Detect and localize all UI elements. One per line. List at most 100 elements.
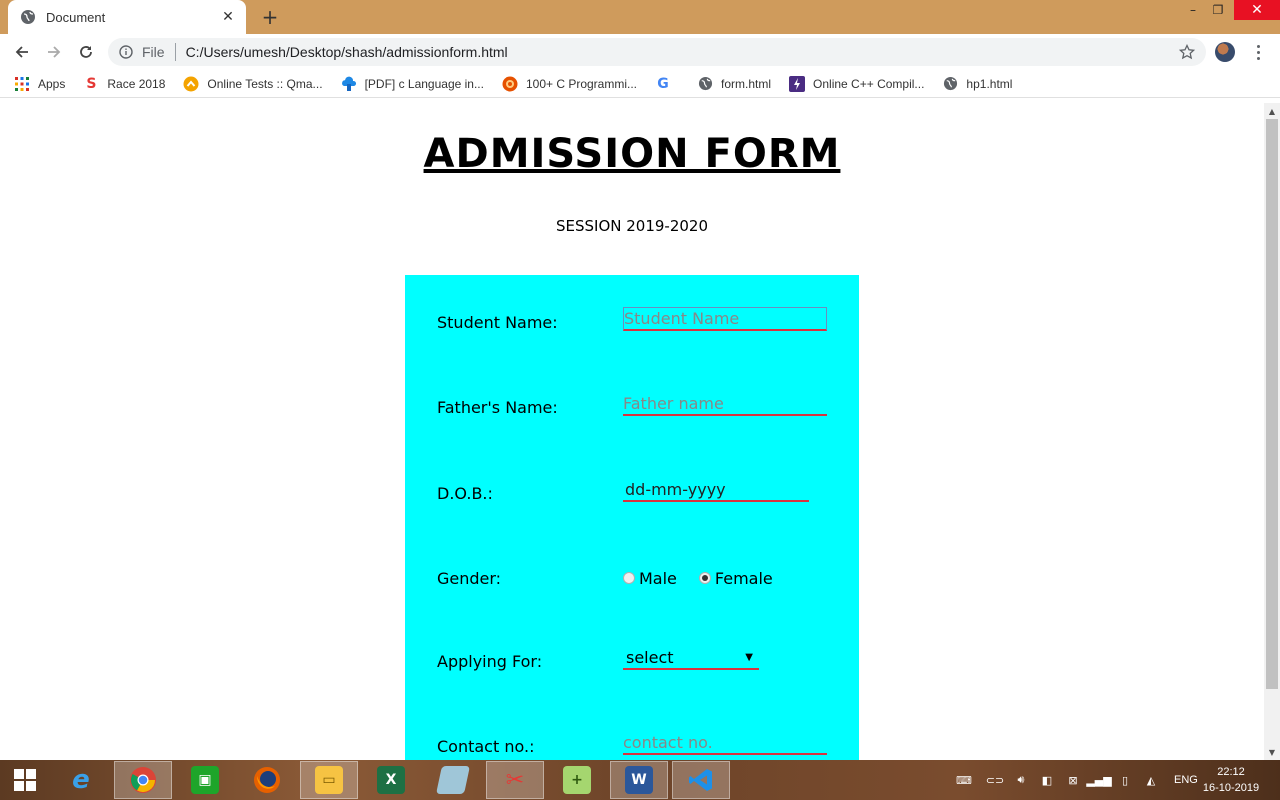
student-name-input[interactable] [623, 307, 827, 331]
restore-button[interactable]: ❐ [1201, 0, 1235, 20]
app-tray-icon[interactable]: ◧ [1038, 772, 1056, 788]
tab-close-icon[interactable]: ✕ [220, 9, 236, 25]
globe-icon [697, 76, 713, 92]
race-s-icon: S [86, 75, 97, 92]
form-row-father-name: Father's Name: [437, 392, 837, 422]
form-row-student-name: Student Name: [437, 307, 837, 337]
gender-male-radio[interactable]: Male [623, 569, 677, 588]
bookmark-pdf-c-language[interactable]: [PDF] c Language in... [341, 76, 484, 92]
profile-avatar[interactable] [1215, 42, 1235, 62]
url-scheme: File [142, 44, 165, 60]
bookmark-google[interactable]: G [655, 76, 679, 92]
system-clock[interactable]: 22:12 16-10-2019 [1196, 764, 1266, 796]
address-bar[interactable]: File C:/Users/umesh/Desktop/shash/admiss… [108, 38, 1206, 66]
excel-icon[interactable]: X [362, 761, 420, 799]
url-text[interactable]: C:/Users/umesh/Desktop/shash/admissionfo… [186, 44, 1176, 60]
bookmark-apps[interactable]: Apps [14, 76, 65, 92]
close-window-button[interactable]: ✕ [1234, 0, 1280, 20]
bookmark-hp1-html[interactable]: hp1.html [942, 76, 1012, 92]
scroll-down-arrow-icon[interactable]: ▼ [1264, 744, 1280, 760]
bookmark-race-2018[interactable]: S Race 2018 [83, 76, 165, 92]
browser-tab[interactable]: Document ✕ [8, 0, 246, 34]
volume-icon[interactable]: 🔊︎ [1012, 772, 1030, 788]
bookmark-label: hp1.html [966, 76, 1013, 91]
windows-logo-icon [14, 769, 36, 791]
windows-taskbar: e ▣ ▭ X ✂ + W ⌨ ⊂⊃ 🔊︎ ◧ ⊠ ▂▄▆ ▯ ◭ ENG 22… [0, 760, 1280, 800]
student-name-label: Student Name: [437, 313, 558, 332]
applying-for-selected-value: select [626, 647, 674, 667]
reload-icon[interactable] [74, 40, 98, 64]
applying-for-label: Applying For: [437, 652, 543, 671]
network-disconnected-icon[interactable]: ⊠ [1064, 772, 1082, 788]
internet-explorer-icon[interactable]: e [52, 761, 110, 799]
radio-button-selected[interactable] [698, 572, 711, 584]
store-icon[interactable]: ▣ [176, 761, 234, 799]
language-indicator[interactable]: ENG [1174, 774, 1198, 786]
session-subtitle: SESSION 2019-2020 [555, 217, 709, 235]
bookmark-online-cpp-compiler[interactable]: Online C++ Compil... [789, 75, 925, 92]
forward-arrow-icon[interactable] [42, 40, 66, 64]
url-divider [174, 43, 176, 61]
firefox-icon[interactable] [238, 761, 296, 799]
back-arrow-icon[interactable] [10, 40, 34, 64]
bookmark-star-icon[interactable] [1176, 41, 1198, 63]
chrome-icon[interactable] [114, 761, 172, 799]
snipping-tool-icon[interactable]: ✂ [486, 761, 544, 799]
link-icon[interactable]: ⊂⊃ [986, 772, 1004, 788]
vscode-icon[interactable] [672, 761, 730, 799]
scroll-up-arrow-icon[interactable]: ▲ [1264, 103, 1280, 119]
google-icon: G [657, 75, 669, 92]
globe-icon [942, 76, 958, 92]
clock-date: 16-10-2019 [1202, 782, 1260, 794]
clock-time: 22:12 [1217, 766, 1245, 778]
radio-button[interactable] [623, 572, 635, 584]
father-name-label: Father's Name: [437, 398, 558, 417]
bookmark-label: form.html [721, 76, 772, 91]
vertical-scrollbar[interactable]: ▲ ▼ [1264, 103, 1280, 760]
app-icon[interactable] [424, 761, 482, 799]
gender-female-label: Female [714, 568, 773, 588]
contact-input[interactable] [623, 731, 827, 755]
notepad-plus-icon[interactable]: + [548, 761, 606, 799]
file-explorer-icon[interactable]: ▭ [300, 761, 358, 799]
tab-title: Document [46, 9, 106, 25]
page-title: ADMISSION FORM [423, 131, 841, 177]
info-icon[interactable] [118, 44, 134, 60]
contact-label: Contact no.: [437, 737, 535, 756]
gender-female-radio[interactable]: Female [698, 568, 773, 588]
signal-icon[interactable]: ▂▄▆ [1086, 772, 1111, 788]
bookmark-form-html[interactable]: form.html [697, 76, 771, 92]
word-icon[interactable]: W [610, 761, 668, 799]
menu-dots-icon[interactable] [1250, 42, 1266, 62]
form-row-applying-for: Applying For: select ▼ [437, 646, 837, 676]
form-row-dob: D.O.B.: dd-mm-yyyy [437, 478, 837, 508]
bolt-icon [789, 75, 806, 92]
bookmark-label: Apps [38, 76, 66, 91]
admission-form-panel: Student Name: Father's Name: D.O.B.: dd-… [405, 275, 859, 760]
bookmark-label: Online Tests :: Qma... [207, 76, 323, 91]
bookmark-100-c-programs[interactable]: 100+ C Programmi... [502, 76, 637, 92]
scrollbar-thumb[interactable] [1266, 119, 1278, 689]
bookmark-online-tests[interactable]: Online Tests :: Qma... [183, 76, 323, 92]
gender-male-label: Male [639, 568, 677, 588]
applying-for-select[interactable]: select ▼ [623, 646, 759, 670]
father-name-input[interactable] [623, 392, 827, 416]
form-row-contact: Contact no.: [437, 731, 837, 760]
battery-icon[interactable]: ▯ [1116, 772, 1134, 788]
dob-label: D.O.B.: [437, 484, 493, 503]
keyboard-icon[interactable]: ⌨ [950, 772, 978, 788]
bookmark-label: Race 2018 [107, 76, 166, 91]
new-tab-button[interactable]: + [258, 5, 282, 29]
dob-date-input[interactable]: dd-mm-yyyy [623, 478, 809, 502]
notification-icon[interactable]: ◭ [1142, 772, 1160, 788]
start-button[interactable] [0, 761, 50, 799]
bookmark-label: 100+ C Programmi... [525, 76, 638, 91]
globe-icon [20, 9, 36, 25]
bookmark-label: Online C++ Compil... [813, 76, 925, 91]
bookmarks-bar: Apps S Race 2018 Online Tests :: Qma... … [0, 70, 1280, 98]
system-tray: ⌨ ⊂⊃ 🔊︎ ◧ ⊠ ▂▄▆ ▯ ◭ ENG [946, 760, 1208, 800]
dropdown-arrow-icon: ▼ [745, 651, 753, 663]
apps-grid-icon [14, 76, 30, 92]
bookmark-label: [PDF] c Language in... [364, 76, 484, 91]
programming-site-icon [502, 76, 518, 92]
